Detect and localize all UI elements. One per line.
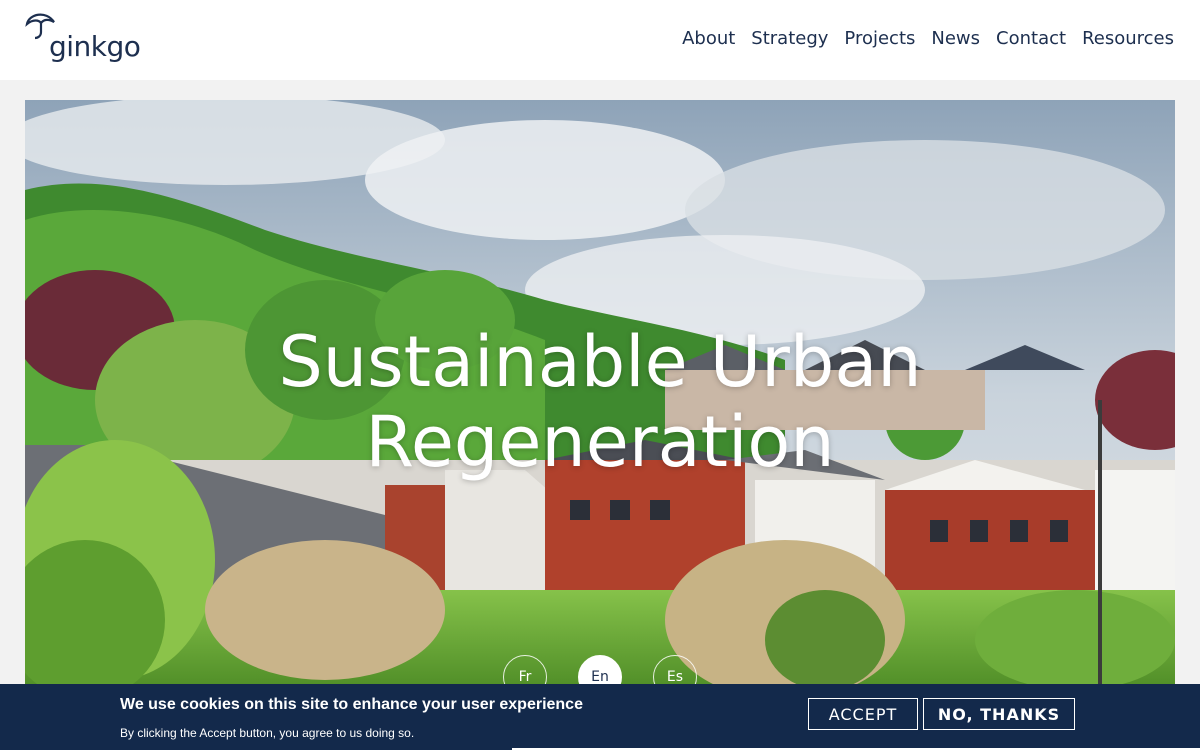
hero-title: Sustainable Urban Regeneration <box>25 322 1175 482</box>
cookie-banner: We use cookies on this site to enhance y… <box>0 684 1200 750</box>
logo-wordmark: ginkgo <box>49 30 141 63</box>
cookie-banner-subtitle: By clicking the Accept button, you agree… <box>120 726 415 740</box>
hero-title-line2: Regeneration <box>365 401 835 483</box>
nav-item-strategy[interactable]: Strategy <box>751 28 828 49</box>
main-nav: About Strategy Projects News Contact Res… <box>682 28 1174 49</box>
nav-item-contact[interactable]: Contact <box>996 28 1066 49</box>
accept-button[interactable]: ACCEPT <box>808 698 918 730</box>
nav-item-projects[interactable]: Projects <box>844 28 915 49</box>
ginkgo-logo[interactable]: ginkgo <box>24 10 144 66</box>
no-thanks-button[interactable]: NO, THANKS <box>923 698 1075 730</box>
cookie-banner-title: We use cookies on this site to enhance y… <box>120 696 583 713</box>
nav-item-resources[interactable]: Resources <box>1082 28 1174 49</box>
site-header: ginkgo About Strategy Projects News Cont… <box>0 0 1200 80</box>
hero-title-line1: Sustainable Urban <box>278 321 922 403</box>
nav-item-about[interactable]: About <box>682 28 735 49</box>
hero-banner: Sustainable Urban Regeneration <box>25 100 1175 690</box>
nav-item-news[interactable]: News <box>931 28 980 49</box>
